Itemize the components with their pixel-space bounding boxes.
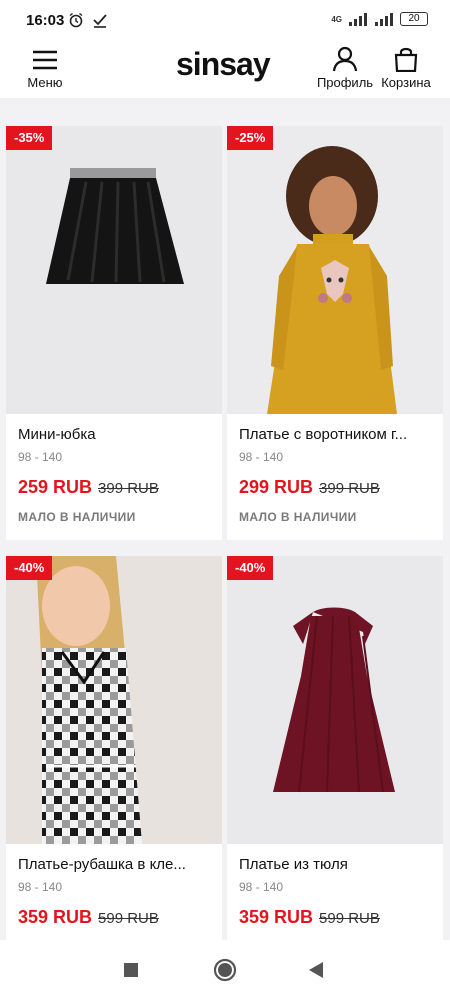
tulle-dress-image [227, 556, 443, 844]
bag-icon [394, 47, 418, 73]
check-icon [93, 14, 107, 28]
product-image[interactable]: -25% [227, 126, 443, 414]
product-name[interactable]: Платье с воротником г... [239, 426, 435, 443]
product-sizes: 98 - 140 [18, 880, 63, 894]
discount-badge: -40% [227, 556, 274, 580]
menu-icon [33, 50, 57, 70]
discount-badge: -35% [6, 126, 53, 150]
discount-badge: -40% [6, 556, 53, 580]
product-price: 359 RUB [239, 907, 314, 927]
product-card[interactable]: -35% Мини-юбка 98 - 140 259 RUB 399 RUB … [6, 126, 222, 540]
app-header: Меню sinsay Профиль Корзина [0, 42, 450, 98]
stock-status: МАЛО В НАЛИЧИИ [239, 510, 357, 524]
product-image[interactable]: -35% [6, 126, 222, 414]
mustard-dress-image [227, 126, 443, 414]
network-type-label: 4G [331, 14, 342, 24]
cart-label: Корзина [381, 75, 431, 90]
stock-status: МАЛО В НАЛИЧИИ [18, 510, 136, 524]
menu-label: Меню [27, 75, 63, 90]
product-name[interactable]: Платье-рубашка в кле... [18, 856, 214, 873]
back-button[interactable] [302, 956, 330, 984]
plaid-dress-image [6, 556, 222, 844]
battery-icon: 20 [400, 12, 428, 26]
discount-badge: -25% [227, 126, 274, 150]
product-price: 259 RUB [18, 477, 93, 497]
skirt-image [6, 126, 222, 414]
signal-icon [349, 13, 367, 26]
product-card[interactable]: -25% Платье с воротником г... 98 - 140 2… [227, 126, 443, 540]
user-icon [332, 46, 358, 72]
product-sizes: 98 - 140 [239, 880, 284, 894]
product-image[interactable]: -40% [227, 556, 443, 844]
product-old-price: 399 RUB [319, 480, 380, 497]
recents-button[interactable] [117, 956, 145, 984]
product-name[interactable]: Платье из тюля [239, 856, 435, 873]
product-sizes: 98 - 140 [18, 450, 63, 464]
menu-button[interactable]: Меню [24, 46, 66, 92]
status-bar: 16:03 4G 20 [0, 0, 450, 42]
alarm-icon [69, 12, 83, 28]
product-price: 359 RUB [18, 907, 93, 927]
cart-button[interactable]: Корзина [377, 46, 435, 92]
status-time: 16:03 [26, 12, 65, 29]
battery-level: 20 [408, 13, 420, 24]
square-nav-icon [124, 963, 138, 977]
product-old-price: 599 RUB [98, 910, 159, 927]
product-price: 299 RUB [239, 477, 314, 497]
signal-icon [375, 13, 393, 26]
product-name[interactable]: Мини-юбка [18, 426, 214, 443]
profile-button[interactable]: Профиль [314, 46, 376, 92]
product-grid: -35% Мини-юбка 98 - 140 259 RUB 399 RUB … [0, 98, 450, 940]
product-old-price: 399 RUB [98, 480, 159, 497]
product-image[interactable]: -40% [6, 556, 222, 844]
product-old-price: 599 RUB [319, 910, 380, 927]
product-sizes: 98 - 140 [239, 450, 284, 464]
product-card[interactable]: -40% Платье из тюля 98 - 140 359 RUB 599… [227, 556, 443, 940]
profile-label: Профиль [316, 75, 374, 90]
circle-nav-icon [213, 958, 237, 982]
back-nav-icon [309, 962, 323, 978]
system-nav-bar [0, 940, 450, 1000]
brand-logo[interactable]: sinsay [176, 46, 271, 83]
product-card[interactable]: -40% Платье-рубашка в кле... 98 - 140 35… [6, 556, 222, 940]
home-button[interactable] [211, 956, 239, 984]
